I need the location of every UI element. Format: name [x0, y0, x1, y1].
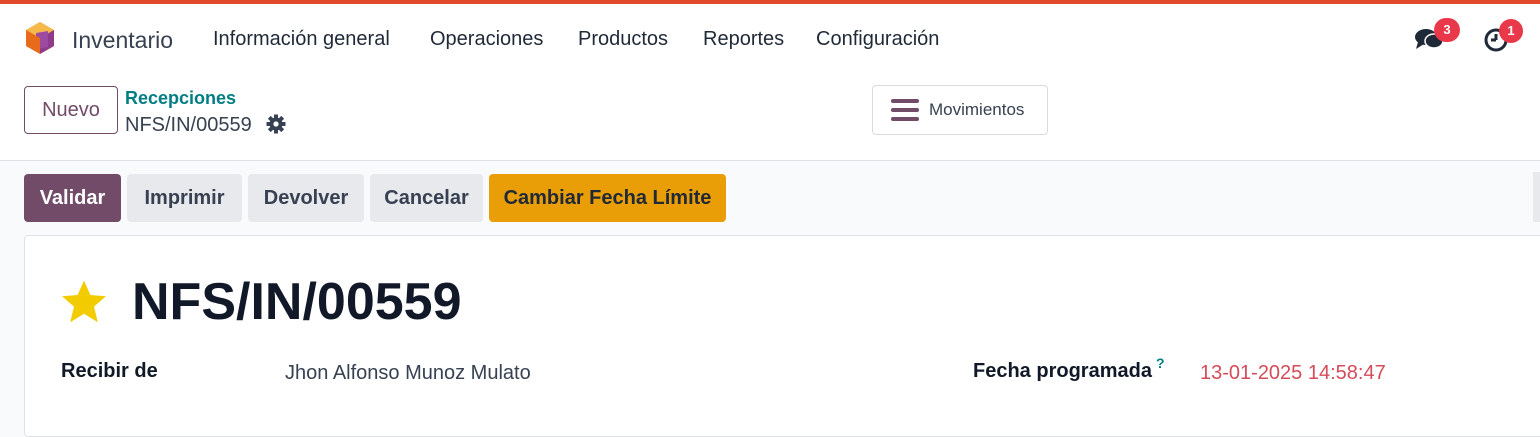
cancel-button[interactable]: Cancelar — [370, 174, 483, 222]
main-navbar: Inventario Información general Operacion… — [0, 4, 1540, 74]
app-name[interactable]: Inventario — [72, 27, 173, 54]
menu-informacion-general[interactable]: Información general — [213, 28, 390, 51]
moves-button[interactable]: Movimientos — [872, 85, 1048, 135]
statusbar-edge — [1533, 172, 1540, 222]
partner-label: Recibir de — [61, 360, 158, 382]
menu-productos[interactable]: Productos — [578, 28, 668, 51]
control-panel: Nuevo Recepciones NFS/IN/00559 Movimient… — [0, 74, 1540, 161]
scheduled-date-label: Fecha programada — [973, 360, 1152, 382]
scheduled-date-field[interactable]: 13-01-2025 14:58:47 — [1200, 362, 1386, 385]
record-title: NFS/IN/00559 — [132, 273, 462, 331]
menu-operaciones[interactable]: Operaciones — [430, 28, 543, 51]
messages-badge: 3 — [1434, 18, 1460, 42]
menu-configuracion[interactable]: Configuración — [816, 28, 939, 51]
return-button[interactable]: Devolver — [248, 174, 364, 222]
validate-button[interactable]: Validar — [24, 174, 121, 222]
breadcrumb-current: NFS/IN/00559 — [125, 114, 252, 136]
partner-field[interactable]: Jhon Alfonso Munoz Mulato — [285, 362, 531, 385]
menu-reportes[interactable]: Reportes — [703, 28, 784, 51]
breadcrumb-recepciones[interactable]: Recepciones — [125, 88, 236, 109]
moves-button-label: Movimientos — [929, 100, 1025, 119]
help-tooltip-icon[interactable]: ? — [1156, 355, 1165, 371]
activities-badge: 1 — [1499, 19, 1523, 43]
star-icon[interactable] — [60, 279, 108, 325]
form-sheet — [24, 235, 1540, 437]
gear-icon[interactable] — [266, 114, 286, 134]
inventory-app-logo-icon[interactable] — [24, 21, 56, 55]
menu-bars-icon — [891, 99, 919, 121]
new-button[interactable]: Nuevo — [24, 86, 118, 134]
change-deadline-button[interactable]: Cambiar Fecha Límite — [489, 174, 726, 222]
print-button[interactable]: Imprimir — [127, 174, 242, 222]
